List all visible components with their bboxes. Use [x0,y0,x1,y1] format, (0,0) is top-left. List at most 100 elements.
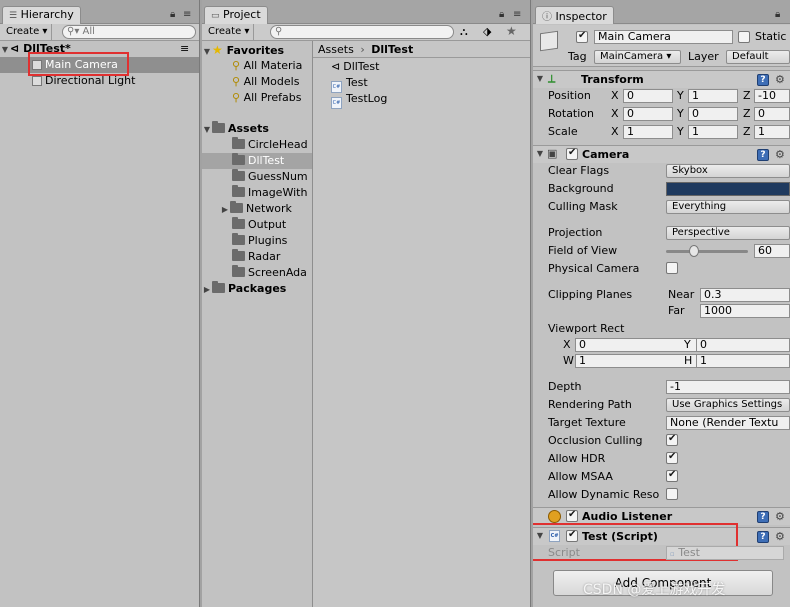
position-x-field[interactable]: 0 [623,89,673,103]
rotation-z-field[interactable]: 0 [754,107,790,121]
scale-x-field[interactable]: 1 [623,125,673,139]
breadcrumb-assets[interactable]: Assets [318,43,354,56]
search-input[interactable]: ⚲▾ All [62,25,196,39]
rotation-y-field[interactable]: 0 [688,107,738,121]
expand-arrow-icon[interactable]: ▼ [202,122,212,138]
expand-arrow-icon[interactable]: ▼ [535,149,545,158]
occlusion-culling-checkbox[interactable] [666,433,678,446]
asset-folder[interactable]: Plugins [202,233,312,249]
gear-icon[interactable]: ⚙ [775,148,785,161]
help-icon[interactable]: ? [757,511,769,523]
favorite-star-icon[interactable]: ★ [506,24,517,38]
help-icon[interactable]: ? [757,531,769,543]
expand-arrow-icon[interactable]: ▼ [535,74,545,83]
tab-hierarchy[interactable]: ☰ Hierarchy [2,6,81,24]
fov-slider-thumb[interactable] [689,245,699,257]
near-field[interactable]: 0.3 [700,288,790,302]
scene-menu-icon[interactable]: ≡ [180,41,189,57]
gear-icon[interactable]: ⚙ [775,510,785,523]
asset-folder[interactable]: Radar [202,249,312,265]
position-z-field[interactable]: -10 [754,89,790,103]
file-item[interactable]: C# Test [313,75,530,93]
file-item[interactable]: ⊲ DllTest [313,59,530,75]
allow-msaa-checkbox[interactable] [666,469,678,482]
file-item[interactable]: C# TestLog [313,91,530,109]
position-y-field[interactable]: 1 [688,89,738,103]
allow-dynamic-resolution-checkbox[interactable] [666,488,678,500]
asset-folder[interactable]: GuessNum [202,169,312,185]
camera-enabled-checkbox[interactable] [566,147,578,160]
lock-icon[interactable]: 🔒︎ [775,9,780,20]
scale-y-field[interactable]: 1 [688,125,738,139]
lock-icon[interactable]: 🔒︎ [499,9,504,20]
favorite-item[interactable]: ⚲ All Models [202,74,312,90]
collapse-arrow-icon[interactable]: ▶ [220,202,230,218]
folder-icon [212,121,225,133]
breadcrumb-separator-icon: › [360,43,365,56]
projection-dropdown[interactable]: Perspective [666,226,790,240]
physical-camera-checkbox[interactable] [666,262,678,274]
filter-by-type-icon[interactable]: ⛬ [460,25,468,39]
asset-folder[interactable]: Output [202,217,312,233]
far-field[interactable]: 1000 [700,304,790,318]
asset-folder[interactable]: CircleHead [202,137,312,153]
hierarchy-item-directional-light[interactable]: Directional Light [0,73,199,89]
viewport-h-field[interactable]: 1 [696,354,790,368]
object-name-field[interactable]: Main Camera [594,30,733,44]
fov-slider-track[interactable] [666,250,748,253]
panel-menu-icon[interactable]: ≡ [183,9,191,20]
transform-header[interactable]: ▼ ⟂ Transform ? ⚙ [533,70,790,88]
background-color-swatch[interactable] [666,182,790,196]
audio-listener-header[interactable]: Audio Listener ? ⚙ [533,507,790,525]
tab-project[interactable]: ▭ Project [204,6,268,24]
project-folder-tree: ▼ ★ Favorites ⚲ All Materia ⚲ All Models … [202,41,312,607]
asset-folder[interactable]: ScreenAda [202,265,312,281]
help-icon[interactable]: ? [757,74,769,86]
audio-listener-icon [548,510,561,523]
asset-folder[interactable]: ImageWith [202,185,312,201]
scale-label: Scale [548,125,578,138]
project-content: Assets › DllTest ⊲ DllTest C# Test C# TestL… [312,41,530,607]
search-input[interactable]: ⚲ [270,25,454,39]
audio-listener-enabled-checkbox[interactable] [566,509,578,522]
rotation-x-field[interactable]: 0 [623,107,673,121]
folder-icon [232,169,245,181]
fov-field[interactable]: 60 [754,244,790,258]
collapse-arrow-icon[interactable]: ▶ [202,282,212,298]
favorite-item[interactable]: ⚲ All Prefabs [202,90,312,106]
allow-hdr-checkbox[interactable] [666,451,678,464]
active-checkbox[interactable] [576,30,588,43]
gear-icon[interactable]: ⚙ [775,530,785,543]
rendering-path-dropdown[interactable]: Use Graphics Settings [666,398,790,412]
static-checkbox[interactable] [738,31,750,43]
expand-arrow-icon[interactable]: ▼ [0,42,10,58]
target-texture-field[interactable]: None (Render Textu [666,416,790,430]
asset-folder-selected[interactable]: DllTest [202,153,312,169]
layer-dropdown[interactable]: Default [726,50,790,64]
static-label: Static [755,30,787,43]
clear-flags-dropdown[interactable]: Skybox [666,164,790,178]
favorites-header[interactable]: ▼ ★ Favorites [202,42,312,58]
tab-inspector[interactable]: ⓘ Inspector [535,6,614,24]
filter-by-label-icon[interactable]: ⬗ [483,25,491,38]
tag-dropdown[interactable]: MainCamera ▾ [594,50,681,64]
hierarchy-panel: ☰ Hierarchy 🔒︎ ≡ Create ▾ ⚲▾ All ▼ ⊲ DllT… [0,0,200,607]
lock-icon[interactable]: 🔒︎ [170,9,175,20]
create-button[interactable]: Create ▾ [2,24,53,40]
packages-header[interactable]: ▶ Packages [202,281,312,297]
favorite-item[interactable]: ⚲ All Materia [202,58,312,74]
viewport-y-field[interactable]: 0 [696,338,790,352]
gear-icon[interactable]: ⚙ [775,73,785,86]
scale-z-field[interactable]: 1 [754,125,790,139]
help-icon[interactable]: ? [757,149,769,161]
assets-header[interactable]: ▼ Assets [202,121,312,137]
axis-z-label: Z [743,89,751,102]
breadcrumb-current[interactable]: DllTest [371,43,413,56]
asset-folder[interactable]: ▶ Network [202,201,312,217]
hierarchy-item-main-camera[interactable]: Main Camera [0,52,199,76]
panel-menu-icon[interactable]: ≡ [513,9,521,20]
camera-header[interactable]: ▼ ▣ Camera ? ⚙ [533,145,790,163]
culling-mask-dropdown[interactable]: Everything [666,200,790,214]
depth-field[interactable]: -1 [666,380,790,394]
create-button[interactable]: Create ▾ [204,24,255,40]
